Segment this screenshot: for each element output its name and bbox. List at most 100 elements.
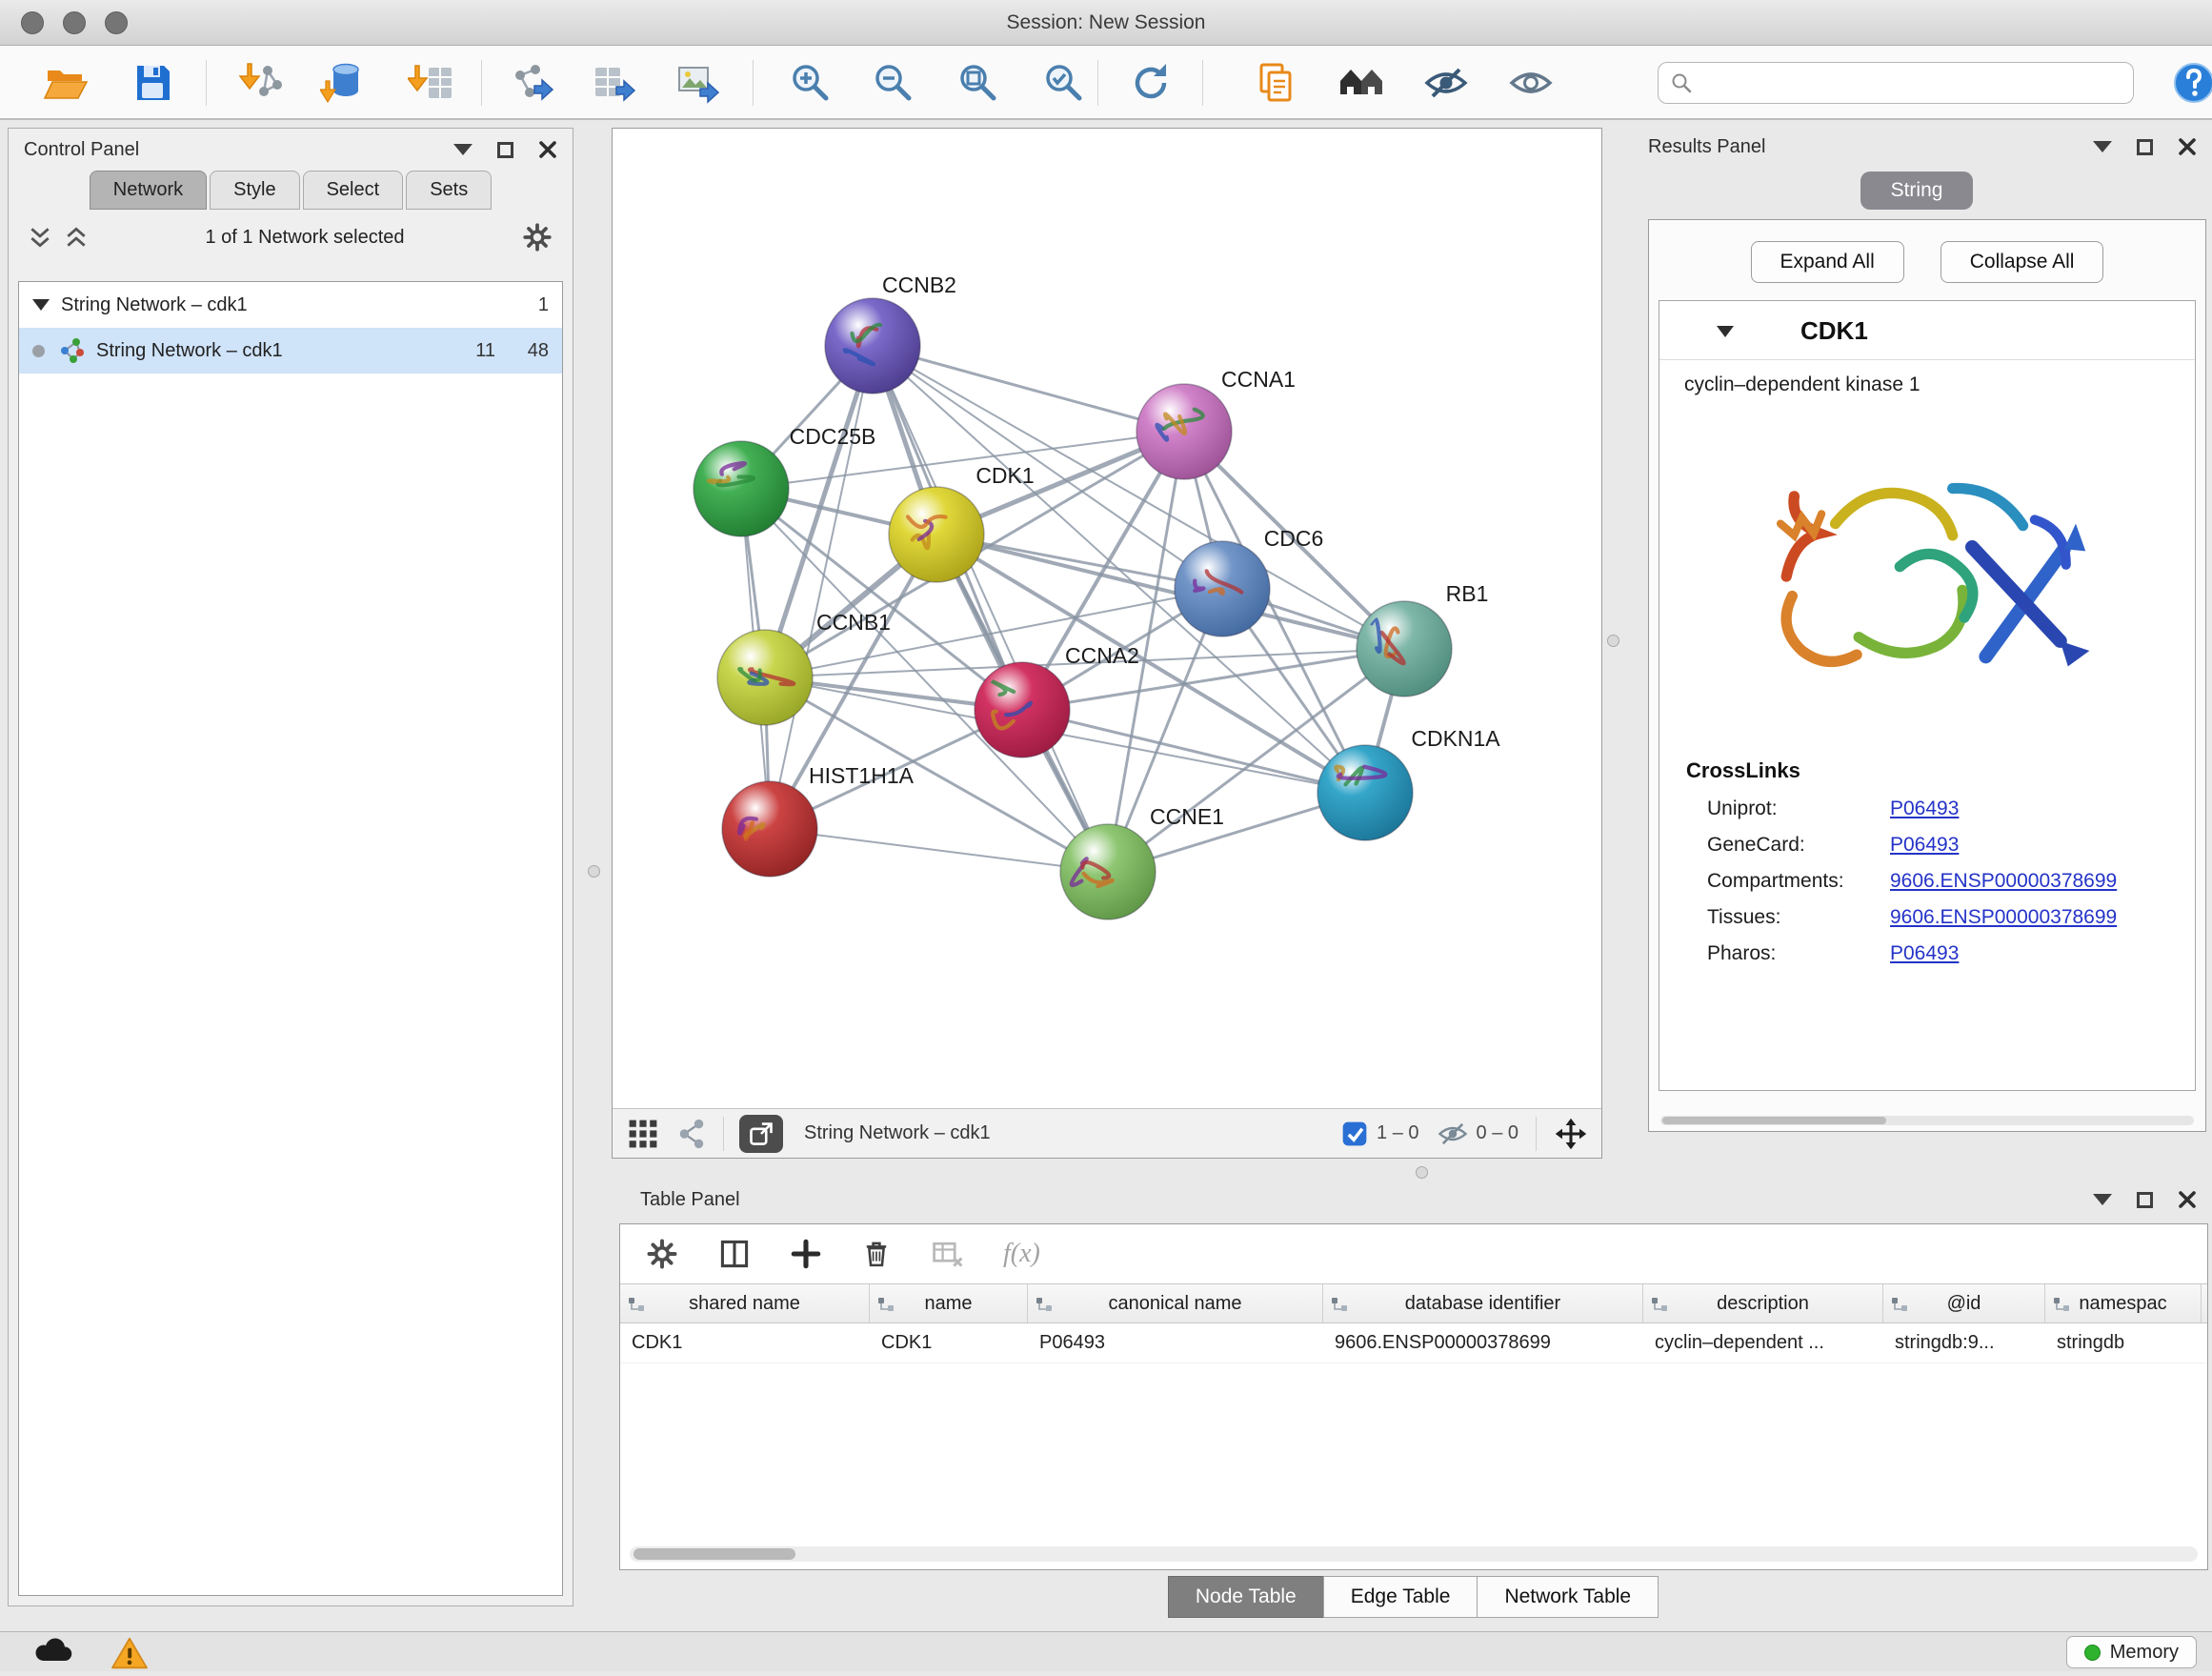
import-table-button[interactable] xyxy=(404,56,457,110)
selected-checkbox-icon[interactable] xyxy=(1340,1120,1369,1148)
network-node-CDC6[interactable] xyxy=(1175,541,1270,636)
expand-all-button[interactable]: Expand All xyxy=(1751,241,1904,283)
eye-strikethrough-icon-button[interactable] xyxy=(1419,56,1473,110)
zoom-fit-button[interactable] xyxy=(951,56,1004,110)
import-network-database-button[interactable] xyxy=(316,56,370,110)
crosslink-value-link[interactable]: P06493 xyxy=(1890,798,1959,820)
tab-network-table[interactable]: Network Table xyxy=(1477,1576,1659,1618)
network-node-RB1[interactable] xyxy=(1357,601,1452,697)
export-table-button[interactable] xyxy=(588,56,641,110)
tab-edge-table[interactable]: Edge Table xyxy=(1323,1576,1478,1618)
panel-close-icon[interactable] xyxy=(2178,1190,2197,1209)
open-in-new-window-button[interactable] xyxy=(739,1115,783,1153)
network-node-CCNB2[interactable] xyxy=(825,298,920,394)
save-session-button[interactable] xyxy=(126,56,179,110)
warning-icon[interactable] xyxy=(111,1636,149,1676)
panel-maximize-icon[interactable] xyxy=(2137,139,2153,155)
help-button[interactable] xyxy=(2169,58,2212,108)
gear-icon[interactable] xyxy=(521,221,553,253)
column-header-canonical-name[interactable]: canonical name xyxy=(1028,1284,1323,1323)
network-node-CDKN1A[interactable] xyxy=(1317,745,1413,840)
tab-select[interactable]: Select xyxy=(303,171,404,210)
column-header-id[interactable]: @id xyxy=(1883,1284,2045,1323)
crosslink-value-link[interactable]: P06493 xyxy=(1890,942,1959,965)
table-settings-gear-icon[interactable] xyxy=(645,1237,679,1271)
table-cell-canonical-name[interactable]: P06493 xyxy=(1028,1323,1323,1363)
panel-close-icon[interactable] xyxy=(538,140,557,159)
minimize-window-button[interactable] xyxy=(63,11,86,34)
column-header-namespac[interactable]: namespac xyxy=(2045,1284,2202,1323)
panel-maximize-icon[interactable] xyxy=(497,142,513,158)
show-columns-icon[interactable] xyxy=(717,1237,752,1271)
cloud-icon[interactable] xyxy=(32,1636,74,1670)
panel-float-icon[interactable] xyxy=(453,144,473,155)
tab-sets[interactable]: Sets xyxy=(406,171,492,210)
zoom-out-button[interactable] xyxy=(866,56,919,110)
right-splitter-handle[interactable] xyxy=(1607,635,1619,647)
panel-close-icon[interactable] xyxy=(2178,137,2197,156)
memory-button[interactable]: Memory xyxy=(2066,1636,2197,1668)
collapse-all-button[interactable]: Collapse All xyxy=(1941,241,2104,283)
table-cell-shared-name[interactable]: CDK1 xyxy=(620,1323,870,1363)
birds-eye-view-icon[interactable] xyxy=(626,1117,660,1151)
network-node-CDC25B[interactable] xyxy=(694,441,789,536)
pan-move-icon[interactable] xyxy=(1554,1117,1588,1151)
column-header-description[interactable]: description xyxy=(1643,1284,1883,1323)
network-edge-CCNA2-CDKN1A[interactable] xyxy=(1022,710,1365,793)
apply-layout-button[interactable] xyxy=(1124,56,1177,110)
table-cell-namespac[interactable]: stringdb xyxy=(2045,1323,2202,1363)
open-session-button[interactable] xyxy=(39,56,92,110)
network-row-selected[interactable]: String Network – cdk1 11 48 xyxy=(19,328,562,374)
delete-column-trash-icon[interactable] xyxy=(860,1238,893,1270)
search-box[interactable] xyxy=(1658,62,2134,104)
tab-style[interactable]: Style xyxy=(210,171,299,210)
export-image-button[interactable] xyxy=(672,56,725,110)
network-node-CCNB1[interactable] xyxy=(717,630,813,725)
collapse-all-icon[interactable] xyxy=(28,225,52,250)
table-horizontal-scrollbar[interactable] xyxy=(630,1546,2198,1562)
export-network-button[interactable] xyxy=(505,56,558,110)
zoom-in-button[interactable] xyxy=(783,56,836,110)
panel-float-icon[interactable] xyxy=(2093,1194,2112,1205)
network-node-CCNA1[interactable] xyxy=(1136,384,1232,479)
network-edge-CCNB2-CCNE1[interactable] xyxy=(873,346,1108,872)
zoom-selected-button[interactable] xyxy=(1036,56,1090,110)
create-column-plus-icon[interactable] xyxy=(790,1238,822,1270)
network-node-CCNE1[interactable] xyxy=(1060,824,1156,919)
panel-float-icon[interactable] xyxy=(2093,141,2112,152)
panel-maximize-icon[interactable] xyxy=(2137,1192,2153,1208)
network-node-CDK1[interactable] xyxy=(889,487,984,582)
close-window-button[interactable] xyxy=(21,11,44,34)
column-header-shared-name[interactable]: shared name xyxy=(620,1284,870,1323)
tab-network[interactable]: Network xyxy=(90,171,207,210)
network-node-HIST1H1A[interactable] xyxy=(722,781,817,877)
table-row[interactable]: CDK1CDK1P064939606.ENSP00000378699cyclin… xyxy=(620,1323,2207,1363)
column-header-name[interactable]: name xyxy=(870,1284,1028,1323)
table-cell-description[interactable]: cyclin–dependent ... xyxy=(1643,1323,1883,1363)
welcome-home-button[interactable] xyxy=(1335,56,1388,110)
import-network-file-button[interactable] xyxy=(234,56,288,110)
results-scrollbar[interactable] xyxy=(1660,1116,2194,1125)
crosslink-value-link[interactable]: P06493 xyxy=(1890,834,1959,857)
table-cell-name[interactable]: CDK1 xyxy=(870,1323,1028,1363)
network-node-CCNA2[interactable] xyxy=(975,662,1070,757)
eye-icon-button[interactable] xyxy=(1504,56,1558,110)
table-cell-id[interactable]: stringdb:9... xyxy=(1883,1323,2045,1363)
tab-node-table[interactable]: Node Table xyxy=(1168,1576,1324,1618)
tab-string[interactable]: String xyxy=(1860,172,1974,210)
table-cell-database-identifier[interactable]: 9606.ENSP00000378699 xyxy=(1323,1323,1643,1363)
zoom-window-button[interactable] xyxy=(105,11,128,34)
tree-expander-icon[interactable] xyxy=(32,299,50,311)
network-edge-HIST1H1A-CCNE1[interactable] xyxy=(770,829,1108,872)
crosslink-value-link[interactable]: 9606.ENSP00000378699 xyxy=(1890,906,2117,929)
search-input[interactable] xyxy=(1702,72,2102,94)
network-canvas[interactable]: CCNB2CCNA1CDC25BCDK1CDC6RB1CCNB1CCNA2CDK… xyxy=(613,129,1601,1108)
hidden-eye-slash-icon[interactable] xyxy=(1437,1120,1469,1148)
expand-all-icon[interactable] xyxy=(64,225,89,250)
column-header-database-identifier[interactable]: database identifier xyxy=(1323,1284,1643,1323)
horizontal-splitter-handle[interactable] xyxy=(1416,1166,1428,1179)
network-share-icon[interactable] xyxy=(675,1118,708,1150)
network-collection-row[interactable]: String Network – cdk1 1 xyxy=(19,282,562,328)
left-splitter-handle[interactable] xyxy=(588,865,600,878)
annotations-copy-button[interactable] xyxy=(1249,56,1302,110)
